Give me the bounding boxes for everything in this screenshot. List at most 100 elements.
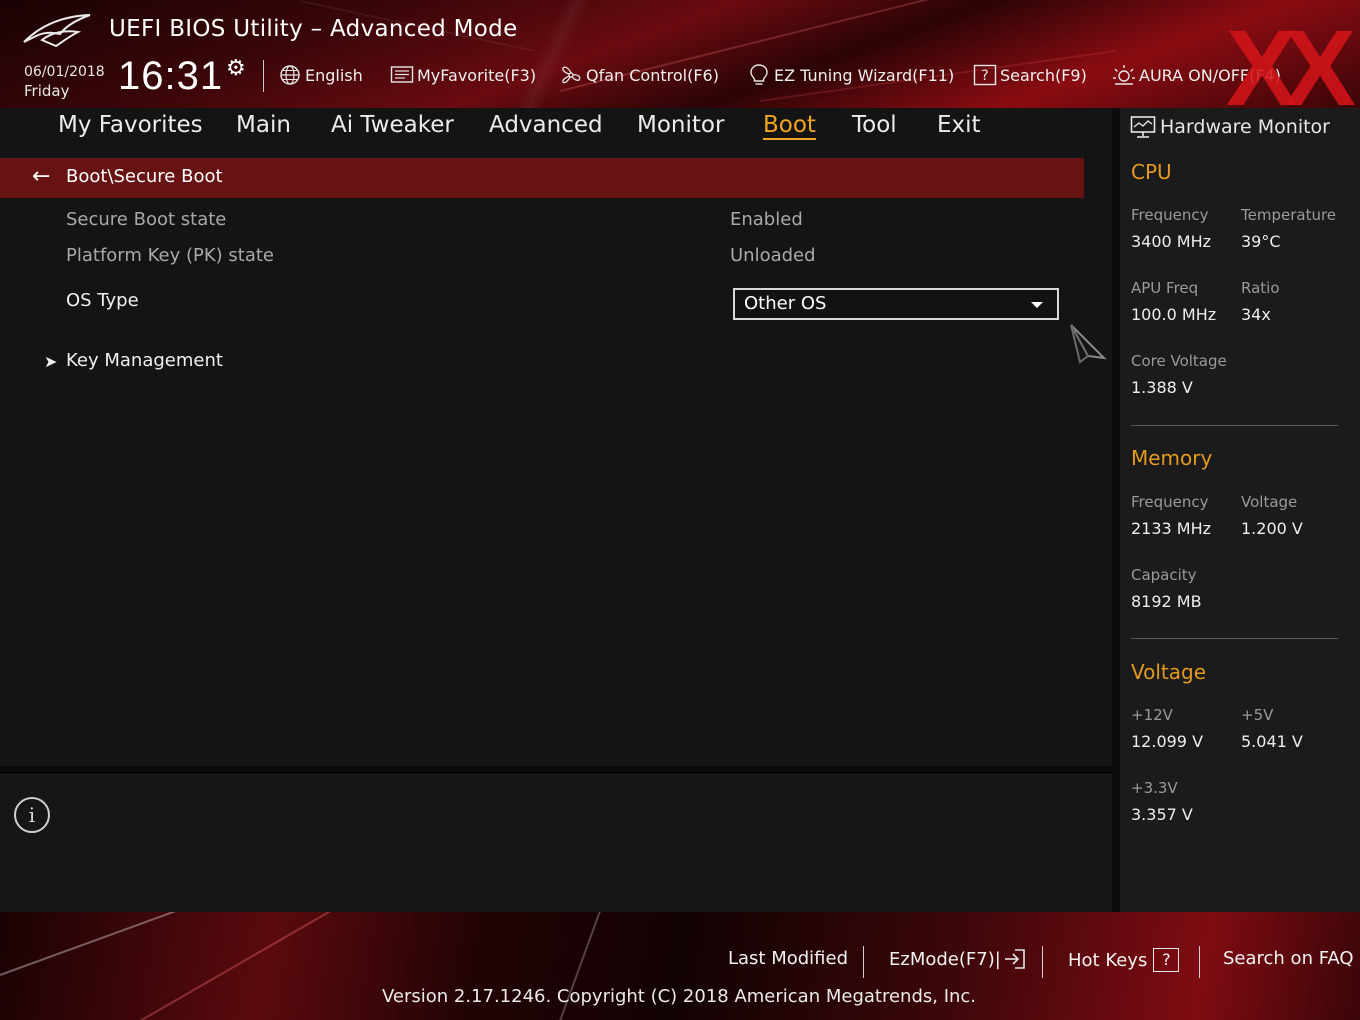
breadcrumb: Boot\Secure Boot bbox=[66, 166, 223, 187]
qfan-control-label: Qfan Control(F6) bbox=[586, 65, 719, 85]
v5-value: 5.041 V bbox=[1241, 732, 1303, 751]
version-text: Version 2.17.1246. Copyright (C) 2018 Am… bbox=[0, 986, 1360, 1007]
help-search-icon: ? bbox=[973, 64, 997, 86]
memory-voltage-label: Voltage bbox=[1241, 493, 1298, 511]
ratio-value: 34x bbox=[1241, 305, 1271, 324]
last-modified-button[interactable]: Last Modified bbox=[728, 948, 848, 969]
v33-label: +3.3V bbox=[1131, 779, 1178, 797]
secure-boot-state-value: Enabled bbox=[730, 209, 803, 230]
search-on-faq-button[interactable]: Search on FAQ bbox=[1223, 948, 1354, 969]
help-info-panel: i bbox=[0, 774, 1112, 912]
ez-tuning-wizard-button[interactable]: EZ Tuning Wizard(F11) bbox=[747, 62, 954, 88]
myfavorite-button[interactable]: MyFavorite(F3) bbox=[390, 62, 536, 88]
hot-keys-button[interactable]: Hot Keys ? bbox=[1068, 948, 1180, 972]
ez-tuning-wizard-label: EZ Tuning Wizard(F11) bbox=[774, 65, 955, 85]
tab-ai-tweaker[interactable]: Ai Tweaker bbox=[331, 112, 454, 138]
hardware-monitor-title: Hardware Monitor bbox=[1160, 116, 1330, 138]
cpu-section-heading: CPU bbox=[1131, 160, 1172, 184]
app-title: UEFI BIOS Utility – Advanced Mode bbox=[109, 16, 518, 42]
hardware-monitor-header: Hardware Monitor bbox=[1130, 112, 1330, 142]
tab-boot[interactable]: Boot bbox=[763, 112, 816, 140]
help-key-icon: ? bbox=[1153, 948, 1180, 972]
secure-boot-state-label: Secure Boot state bbox=[66, 209, 227, 230]
date-display: 06/01/2018 bbox=[24, 64, 105, 80]
platform-key-state-value: Unloaded bbox=[730, 245, 816, 266]
v5-label: +5V bbox=[1241, 706, 1274, 724]
search-label: Search(F9) bbox=[1000, 65, 1087, 85]
os-type-dropdown[interactable]: Other OS bbox=[733, 288, 1059, 320]
rog-logo bbox=[23, 14, 91, 48]
monitor-icon bbox=[1130, 115, 1158, 139]
aura-light-icon bbox=[1112, 64, 1136, 86]
tab-main[interactable]: Main bbox=[236, 112, 291, 138]
footer-divider bbox=[863, 946, 864, 978]
cpu-frequency-label: Frequency bbox=[1131, 206, 1209, 224]
sidebar-divider bbox=[1112, 108, 1120, 912]
ezmode-label: EzMode(F7)| bbox=[889, 948, 1001, 970]
globe-icon bbox=[278, 64, 302, 86]
fan-icon bbox=[559, 64, 583, 86]
cpu-temperature-label: Temperature bbox=[1241, 206, 1337, 224]
section-divider bbox=[1131, 638, 1338, 639]
header-divider bbox=[263, 60, 264, 92]
footer-bar: Last Modified EzMode(F7)| Hot Keys ? Sea… bbox=[0, 912, 1360, 1020]
ratio-label: Ratio bbox=[1241, 279, 1280, 297]
lightbulb-icon bbox=[747, 64, 771, 86]
memory-section-heading: Memory bbox=[1131, 446, 1213, 470]
breadcrumb-bar: ← Boot\Secure Boot bbox=[0, 158, 1084, 198]
memory-voltage-value: 1.200 V bbox=[1241, 519, 1303, 538]
exit-to-ezmode-icon bbox=[1004, 949, 1025, 969]
clock-display: 16:31 bbox=[118, 54, 224, 98]
clock-settings-gear-icon[interactable]: ⚙ bbox=[226, 56, 246, 81]
tab-tool[interactable]: Tool bbox=[852, 112, 897, 138]
platform-key-state-label: Platform Key (PK) state bbox=[66, 245, 275, 266]
hardware-monitor-panel: Hardware Monitor CPU Frequency Temperatu… bbox=[1120, 108, 1360, 912]
version-copyright: Version 2.17.1246. Copyright (C) 2018 Am… bbox=[381, 986, 977, 1007]
main-tab-bar: My Favorites Main Ai Tweaker Advanced Mo… bbox=[0, 108, 1112, 148]
day-display: Friday bbox=[24, 82, 70, 100]
qfan-control-button[interactable]: Qfan Control(F6) bbox=[559, 62, 719, 88]
ezmode-button[interactable]: EzMode(F7)| bbox=[889, 948, 1027, 970]
key-management-submenu[interactable]: Key Management bbox=[66, 350, 223, 371]
memory-capacity-value: 8192 MB bbox=[1131, 592, 1202, 611]
footer-divider bbox=[1199, 946, 1200, 978]
v12-value: 12.099 V bbox=[1131, 732, 1204, 751]
search-button[interactable]: ? Search(F9) bbox=[973, 62, 1087, 88]
os-type-label: OS Type bbox=[66, 290, 139, 311]
mouse-pointer-icon bbox=[1070, 324, 1107, 364]
cpu-temperature-value: 39°C bbox=[1241, 232, 1281, 251]
core-voltage-value: 1.388 V bbox=[1131, 378, 1193, 397]
v33-value: 3.357 V bbox=[1131, 805, 1193, 824]
tab-my-favorites[interactable]: My Favorites bbox=[58, 112, 203, 138]
apu-freq-value: 100.0 MHz bbox=[1131, 305, 1217, 324]
language-label: English bbox=[305, 65, 363, 85]
language-button[interactable]: English bbox=[278, 62, 363, 88]
favorite-list-icon bbox=[390, 64, 414, 86]
myfavorite-label: MyFavorite(F3) bbox=[417, 65, 537, 85]
tab-monitor[interactable]: Monitor bbox=[637, 112, 724, 138]
xx-watermark-logo: XX bbox=[1225, 7, 1356, 109]
apu-freq-label: APU Freq bbox=[1131, 279, 1199, 297]
last-modified-label: Last Modified bbox=[728, 948, 849, 969]
back-arrow-icon[interactable]: ← bbox=[32, 164, 50, 189]
voltage-section-heading: Voltage bbox=[1131, 660, 1207, 684]
memory-frequency-value: 2133 MHz bbox=[1131, 519, 1212, 538]
tab-exit[interactable]: Exit bbox=[937, 112, 981, 138]
v12-label: +12V bbox=[1131, 706, 1173, 724]
os-type-selected-value: Other OS bbox=[744, 293, 827, 314]
footer-streak bbox=[0, 912, 302, 976]
footer-divider bbox=[1042, 946, 1043, 978]
info-icon: i bbox=[14, 797, 50, 833]
search-on-faq-label: Search on FAQ bbox=[1223, 948, 1354, 969]
cpu-frequency-value: 3400 MHz bbox=[1131, 232, 1212, 251]
core-voltage-label: Core Voltage bbox=[1131, 352, 1227, 370]
tab-advanced[interactable]: Advanced bbox=[489, 112, 603, 138]
memory-capacity-label: Capacity bbox=[1131, 566, 1197, 584]
section-divider bbox=[1131, 425, 1338, 426]
chevron-right-icon: ➤ bbox=[44, 352, 58, 371]
chevron-down-icon bbox=[1031, 302, 1043, 308]
memory-frequency-label: Frequency bbox=[1131, 493, 1209, 511]
main-content-panel: ← Boot\Secure Boot Secure Boot state Ena… bbox=[0, 148, 1112, 766]
panel-divider bbox=[0, 766, 1112, 774]
svg-text:?: ? bbox=[981, 68, 988, 84]
